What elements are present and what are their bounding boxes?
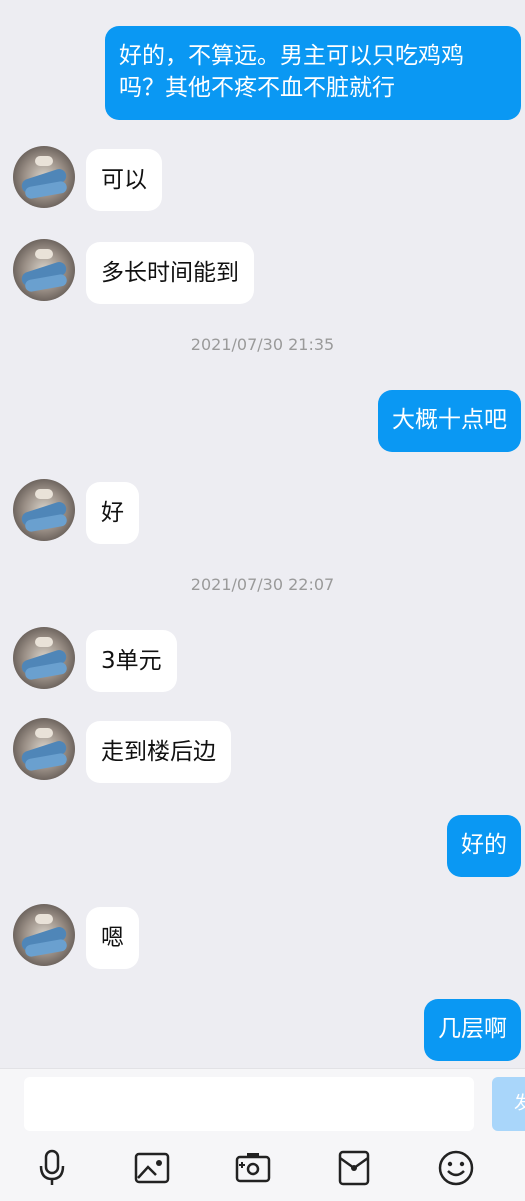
message-bubble-incoming[interactable]: 嗯 — [86, 907, 139, 969]
message-input[interactable] — [24, 1077, 474, 1131]
avatar[interactable] — [13, 718, 75, 780]
chat-history[interactable]: 好的，不算远。男主可以只吃鸡鸡 吗？其他不疼不血不脏就行 可以 多长时间能到 2… — [0, 0, 525, 1068]
message-bubble-outgoing[interactable]: 好的 — [447, 815, 521, 877]
red-packet-icon[interactable] — [334, 1148, 374, 1188]
camera-icon[interactable] — [233, 1148, 273, 1188]
microphone-icon[interactable] — [32, 1148, 72, 1188]
message-bubble-outgoing[interactable]: 好的，不算远。男主可以只吃鸡鸡 吗？其他不疼不血不脏就行 — [105, 26, 521, 120]
message-bubble-outgoing[interactable]: 几层啊 — [424, 999, 521, 1061]
timestamp: 2021/07/30 21:35 — [190, 335, 335, 354]
avatar[interactable] — [13, 479, 75, 541]
send-button[interactable]: 发 — [492, 1077, 525, 1131]
avatar[interactable] — [13, 627, 75, 689]
timestamp: 2021/07/30 22:07 — [190, 575, 335, 594]
message-bubble-incoming[interactable]: 可以 — [86, 149, 162, 211]
message-bubble-incoming[interactable]: 走到楼后边 — [86, 721, 231, 783]
message-bubble-incoming[interactable]: 3单元 — [86, 630, 177, 692]
avatar[interactable] — [13, 239, 75, 301]
image-icon[interactable] — [132, 1148, 172, 1188]
message-bubble-incoming[interactable]: 多长时间能到 — [86, 242, 254, 304]
message-bubble-outgoing[interactable]: 大概十点吧 — [378, 390, 521, 452]
avatar[interactable] — [13, 146, 75, 208]
emoji-icon[interactable] — [436, 1148, 476, 1188]
message-bubble-incoming[interactable]: 好 — [86, 482, 139, 544]
avatar[interactable] — [13, 904, 75, 966]
